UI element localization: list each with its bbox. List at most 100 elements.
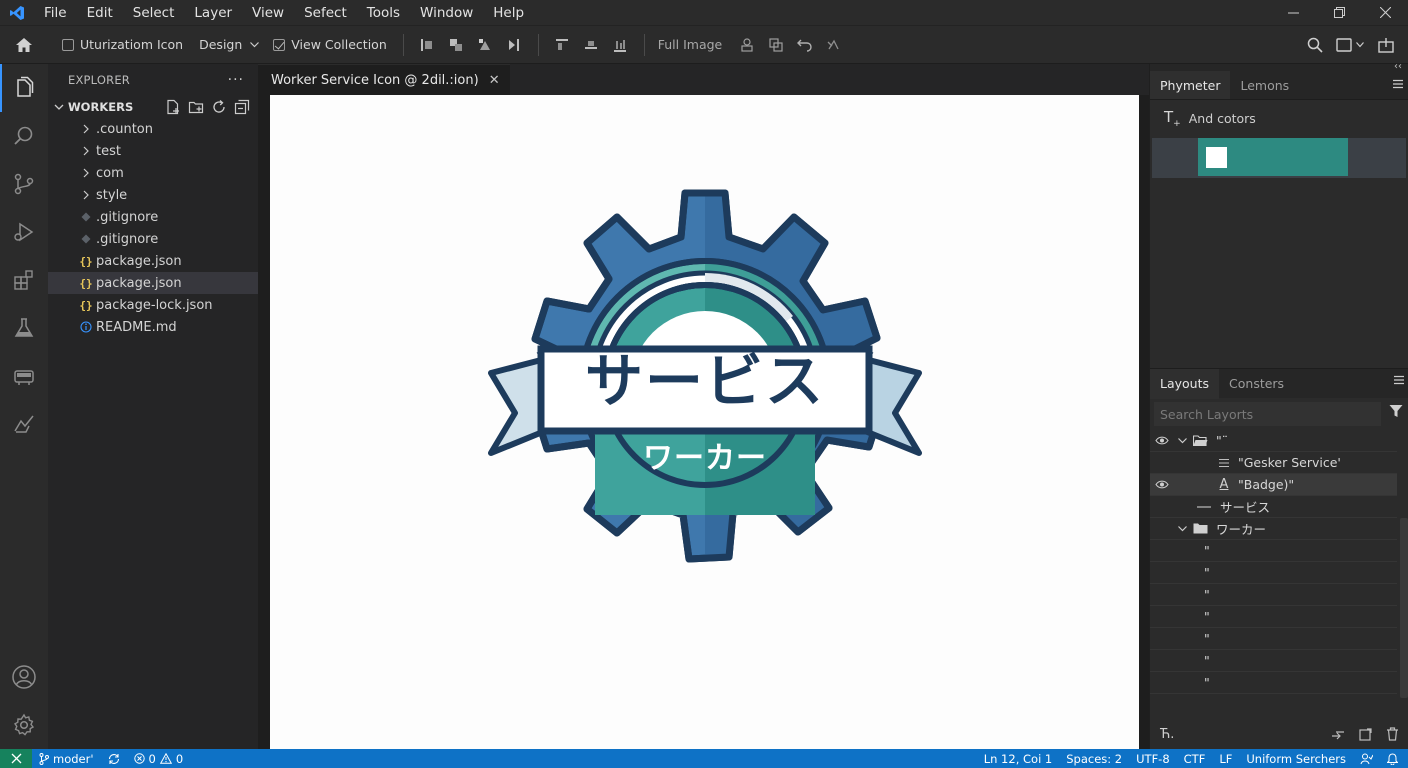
menu-tools[interactable]: Tools bbox=[357, 1, 410, 25]
explorer-icon[interactable] bbox=[0, 64, 48, 112]
branch-indicator[interactable]: moder' bbox=[32, 749, 101, 768]
menu-edit[interactable]: Edit bbox=[77, 1, 123, 25]
tree-item-test[interactable]: test bbox=[48, 140, 258, 162]
search-icon[interactable] bbox=[1300, 31, 1329, 59]
export-icon[interactable] bbox=[1371, 31, 1400, 59]
testing-flask-icon[interactable] bbox=[0, 304, 48, 352]
layer-row-item[interactable]: " bbox=[1150, 584, 1397, 606]
tab-layouts[interactable]: Layouts bbox=[1150, 368, 1220, 399]
layer-row-text[interactable]: "Gesker Service' bbox=[1150, 452, 1397, 474]
tab-phymeter[interactable]: Phymeter bbox=[1150, 71, 1231, 99]
search-icon[interactable] bbox=[0, 112, 48, 160]
sync-icon[interactable] bbox=[101, 749, 127, 768]
menu-window[interactable]: Window bbox=[410, 1, 483, 25]
tree-item-com[interactable]: com bbox=[48, 162, 258, 184]
tree-item-readme[interactable]: README.md bbox=[48, 316, 258, 338]
panel-menu-icon[interactable] bbox=[1392, 78, 1404, 93]
layer-row-worker-folder[interactable]: ワーカー bbox=[1150, 518, 1397, 540]
layer-row-item[interactable]: " bbox=[1150, 650, 1397, 672]
menu-sefect[interactable]: Sefect bbox=[294, 1, 357, 25]
more-actions-icon[interactable]: ··· bbox=[228, 72, 244, 88]
remote-explorer-icon[interactable] bbox=[0, 352, 48, 400]
duplicate-icon[interactable] bbox=[761, 31, 790, 59]
align-top-icon[interactable] bbox=[548, 31, 577, 59]
layer-row-item[interactable]: " bbox=[1150, 540, 1397, 562]
new-layer-icon[interactable] bbox=[1359, 727, 1372, 741]
end-of-line[interactable]: LF bbox=[1212, 749, 1239, 768]
new-file-icon[interactable] bbox=[165, 99, 181, 115]
white-color-swatch[interactable] bbox=[1206, 147, 1227, 168]
arrange-icon[interactable] bbox=[442, 31, 471, 59]
panel-menu-icon[interactable] bbox=[1393, 374, 1405, 389]
layer-row-service[interactable]: サービス bbox=[1150, 496, 1397, 518]
layer-row-item[interactable]: " bbox=[1150, 562, 1397, 584]
source-control-icon[interactable] bbox=[0, 160, 48, 208]
run-debug-icon[interactable] bbox=[0, 208, 48, 256]
design-dropdown[interactable]: Design bbox=[199, 37, 260, 52]
filter-icon[interactable] bbox=[1389, 404, 1403, 422]
feedback-person-icon[interactable] bbox=[1353, 749, 1380, 768]
layer-properties-icon[interactable]: Ћ. bbox=[1160, 727, 1174, 742]
tab-lemons[interactable]: Lemons bbox=[1230, 71, 1299, 99]
refresh-icon[interactable] bbox=[211, 99, 227, 115]
artboard-canvas[interactable]: サービス ワーカー bbox=[270, 95, 1139, 749]
menu-view[interactable]: View bbox=[242, 1, 294, 25]
remote-indicator-icon[interactable] bbox=[0, 749, 32, 768]
tree-item-style[interactable]: style bbox=[48, 184, 258, 206]
account-icon[interactable] bbox=[0, 653, 48, 701]
notifications-bell-icon[interactable] bbox=[1380, 749, 1408, 768]
collapse-panel-icon[interactable]: ‹‹ bbox=[1394, 61, 1402, 72]
layout-icon[interactable] bbox=[1333, 31, 1367, 59]
align-left-icon[interactable] bbox=[413, 31, 442, 59]
gear-badge-logo[interactable]: サービス ワーカー bbox=[487, 183, 923, 595]
settings-gear-icon[interactable] bbox=[0, 701, 48, 749]
menu-layer[interactable]: Layer bbox=[184, 1, 242, 25]
workspace-header[interactable]: WORKERS bbox=[48, 96, 258, 118]
tree-item-gitignore[interactable]: .gitignore bbox=[48, 206, 258, 228]
color-swatch-row[interactable] bbox=[1152, 138, 1406, 178]
encoding[interactable]: UTF-8 bbox=[1129, 749, 1177, 768]
cursor-position[interactable]: Ln 12, Coi 1 bbox=[977, 749, 1060, 768]
restore-button[interactable] bbox=[1316, 0, 1362, 24]
layer-row-badge-selected[interactable]: A "Badge)" bbox=[1150, 474, 1397, 496]
tree-item-package-lock-json[interactable]: {} package-lock.json bbox=[48, 294, 258, 316]
redo-icon[interactable] bbox=[819, 31, 848, 59]
layer-row-item[interactable]: " bbox=[1150, 606, 1397, 628]
tree-item-package-json[interactable]: {} package.json bbox=[48, 250, 258, 272]
ctf-indicator[interactable]: CTF bbox=[1177, 749, 1213, 768]
indentation[interactable]: Spaces: 2 bbox=[1059, 749, 1129, 768]
home-icon[interactable] bbox=[0, 26, 48, 64]
fill-colors-row[interactable]: T+ And cotors bbox=[1150, 100, 1408, 136]
close-window-button[interactable] bbox=[1362, 0, 1408, 24]
eye-icon[interactable] bbox=[1150, 436, 1174, 445]
align-middle-icon[interactable] bbox=[577, 31, 606, 59]
menu-select[interactable]: Select bbox=[123, 1, 185, 25]
layer-row-group[interactable]: "¨ bbox=[1150, 430, 1397, 452]
tree-item-package-json-selected[interactable]: {} package.json bbox=[48, 272, 258, 294]
full-image-button[interactable]: Full Image bbox=[658, 37, 723, 52]
trash-icon[interactable] bbox=[1386, 727, 1399, 741]
editor-tab-active[interactable]: Worker Service Icon @ 2dil.:ion) ✕ bbox=[258, 64, 510, 95]
close-icon[interactable]: ✕ bbox=[489, 73, 500, 88]
chevron-down-icon[interactable] bbox=[1174, 525, 1190, 532]
tree-item-gitignore[interactable]: .gitignore bbox=[48, 228, 258, 250]
layer-row-item[interactable]: " bbox=[1150, 628, 1397, 650]
minimize-button[interactable] bbox=[1270, 0, 1316, 24]
deploy-icon[interactable] bbox=[0, 400, 48, 448]
problems-indicator[interactable]: 0 0 bbox=[127, 749, 191, 768]
tab-consters[interactable]: Consters bbox=[1219, 370, 1294, 398]
layers-scrollbar[interactable] bbox=[1400, 518, 1408, 698]
extensions-icon[interactable] bbox=[0, 256, 48, 304]
chevron-down-icon[interactable] bbox=[1174, 437, 1190, 444]
view-collection-checkbox[interactable]: View Collection bbox=[273, 37, 387, 52]
eye-icon[interactable] bbox=[1150, 480, 1174, 489]
link-layers-icon[interactable] bbox=[1331, 728, 1345, 740]
collapse-all-icon[interactable] bbox=[234, 99, 250, 115]
transform-icon[interactable] bbox=[471, 31, 500, 59]
flip-icon[interactable] bbox=[500, 31, 529, 59]
stamp-icon[interactable] bbox=[732, 31, 761, 59]
tree-item-counton[interactable]: .counton bbox=[48, 118, 258, 140]
menu-file[interactable]: File bbox=[34, 1, 77, 25]
menu-help[interactable]: Help bbox=[483, 1, 534, 25]
language-mode[interactable]: Uniform Serchers bbox=[1239, 749, 1353, 768]
